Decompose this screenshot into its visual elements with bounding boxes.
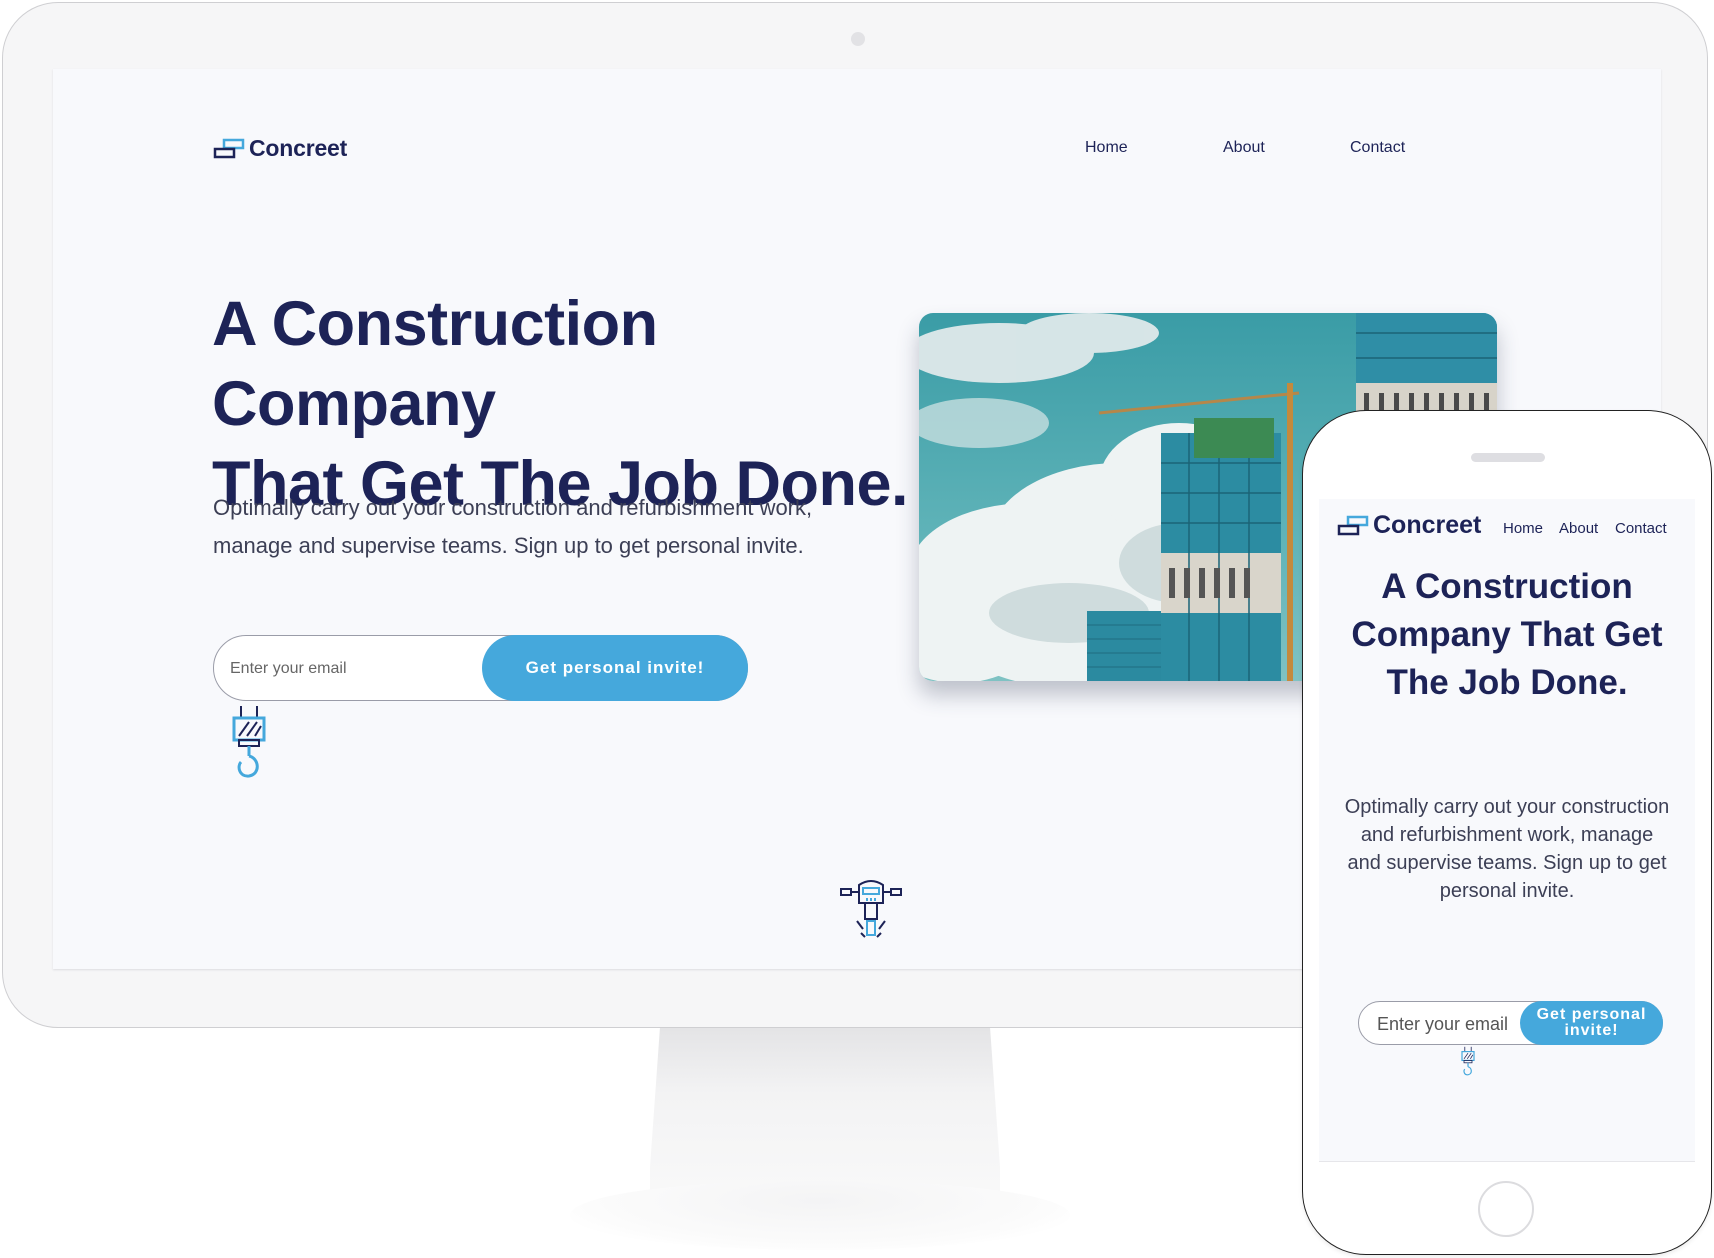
- jackhammer-icon: [839, 877, 903, 941]
- mobile-screen: Concreet Home About Contact A Constructi…: [1319, 499, 1695, 1162]
- signup-form: Get personal invite!: [213, 635, 748, 701]
- nav-home[interactable]: Home: [1085, 139, 1128, 157]
- stacked-bricks-icon: [1337, 515, 1369, 537]
- hero-title-line1: A Construction Company: [212, 289, 658, 439]
- phone-speaker: [1471, 453, 1545, 462]
- mobile-nav-contact[interactable]: Contact: [1615, 520, 1667, 537]
- phone-home-button[interactable]: [1478, 1181, 1534, 1237]
- get-invite-button[interactable]: Get personal invite!: [482, 635, 748, 701]
- nav-contact[interactable]: Contact: [1350, 139, 1405, 157]
- mobile-brand-logo[interactable]: Concreet: [1337, 511, 1481, 540]
- nav-about[interactable]: About: [1223, 139, 1265, 157]
- mobile-nav-home[interactable]: Home: [1503, 520, 1543, 537]
- hero-description-line2: manage and supervise teams. Sign up to g…: [213, 533, 804, 558]
- mobile-hero-title: A Construction Company That Get The Job …: [1351, 567, 1663, 702]
- mobile-brand-name: Concreet: [1373, 511, 1482, 539]
- brand-name: Concreet: [249, 135, 348, 161]
- mobile-button-line2: invite!: [1564, 1022, 1619, 1039]
- mobile-get-invite-button[interactable]: Get personal invite!: [1520, 1001, 1663, 1045]
- brand-logo[interactable]: Concreet: [213, 135, 347, 162]
- mobile-hero-description: Optimally carry out your construction an…: [1344, 796, 1670, 902]
- mobile-button-line1: Get personal: [1536, 1006, 1647, 1023]
- stacked-bricks-icon: [213, 138, 245, 160]
- hero-title: A Construction Company That Get The Job …: [212, 284, 932, 524]
- monitor-camera: [851, 32, 865, 46]
- mobile-signup-form: Get personal invite!: [1358, 1001, 1663, 1045]
- mobile-phone: Concreet Home About Contact A Constructi…: [1302, 410, 1712, 1255]
- hero-description: Optimally carry out your construction an…: [213, 489, 873, 565]
- email-input[interactable]: [228, 652, 482, 686]
- crane-hook-icon: [229, 704, 269, 784]
- mobile-email-input[interactable]: [1375, 1010, 1529, 1038]
- crane-hook-icon: [1460, 1046, 1476, 1078]
- mobile-nav-about[interactable]: About: [1559, 520, 1598, 537]
- hero-description-line1: Optimally carry out your construction an…: [213, 495, 813, 520]
- monitor-base: [570, 1180, 1070, 1250]
